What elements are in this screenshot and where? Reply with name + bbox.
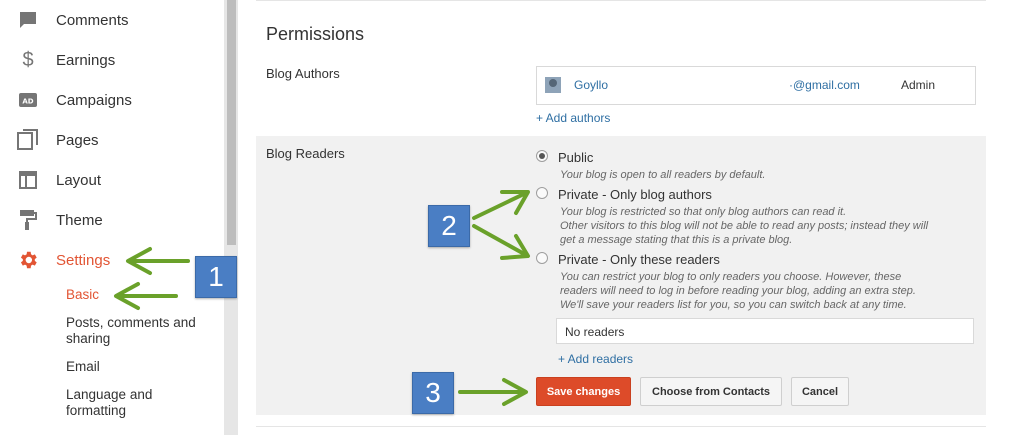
sidebar-item-label: Campaigns [56, 91, 132, 109]
radio-public[interactable] [536, 150, 548, 162]
sidebar-item-label: Earnings [56, 51, 116, 69]
dollar-icon: $ [22, 48, 34, 71]
divider [256, 0, 986, 1]
svg-text:AD: AD [22, 98, 33, 106]
divider [256, 426, 986, 427]
sidebar-item-label: Settings [56, 251, 111, 269]
sidebar-item-label: Layout [56, 171, 102, 189]
sidebar: Comments $ Earnings AD Campaigns Pages L… [0, 0, 224, 435]
paint-roller-icon [17, 209, 39, 231]
sidebar-subitem-partial [66, 427, 216, 435]
authors-list: Goyllo ·@gmail.com Admin [536, 66, 976, 105]
author-role[interactable]: Admin [901, 78, 935, 92]
save-changes-button[interactable]: Save changes [536, 377, 631, 406]
option-public-desc: Your blog is open to all readers by defa… [560, 169, 766, 181]
option-private-readers-title: Private - Only these readers [558, 252, 720, 267]
blog-readers-label: Blog Readers [266, 146, 345, 161]
comment-icon [17, 9, 39, 31]
author-name-link[interactable]: Goyllo [574, 78, 608, 92]
sidebar-subitem-email[interactable]: Email [66, 359, 216, 375]
option-private-authors-desc-2: Other visitors to this blog will not be … [560, 220, 929, 232]
blog-authors-label: Blog Authors [266, 66, 340, 81]
gear-icon [17, 249, 39, 271]
page-title: Permissions [266, 24, 365, 44]
ad-icon: AD [17, 89, 39, 111]
sidebar-subitem-posts[interactable]: Posts, comments and sharing [66, 315, 216, 347]
option-private-authors-desc-3: get a message stating that this is a pri… [560, 234, 793, 246]
layout-icon [17, 169, 39, 191]
option-private-authors-desc-1: Your blog is restricted so that only blo… [560, 206, 847, 218]
annotation-badge-1: 1 [195, 256, 237, 298]
option-public-title: Public [558, 150, 594, 165]
choose-from-contacts-button[interactable]: Choose from Contacts [640, 377, 782, 406]
option-private-readers-desc-3: We'll save your readers list for you, so… [560, 299, 907, 311]
author-email: ·@gmail.com [789, 78, 860, 92]
pages-icon [17, 129, 39, 151]
radio-private-authors[interactable] [536, 187, 548, 199]
sidebar-item-label: Pages [56, 131, 99, 149]
radio-private-readers[interactable] [536, 252, 548, 264]
sidebar-subitem-basic[interactable]: Basic [66, 287, 216, 303]
option-private-readers-desc-1: You can restrict your blog to only reade… [560, 271, 902, 283]
sidebar-scroll-thumb[interactable] [227, 0, 236, 245]
readers-list-field[interactable]: No readers [556, 318, 974, 344]
sidebar-item-label: Theme [56, 211, 103, 229]
sidebar-subitem-language[interactable]: Language and formatting [66, 387, 216, 419]
sidebar-item-label: Comments [56, 11, 129, 29]
annotation-badge-2: 2 [428, 205, 470, 247]
annotation-badge-3: 3 [412, 372, 454, 414]
add-readers-link[interactable]: + Add readers [558, 352, 633, 366]
option-private-readers-desc-2: readers will need to log in before readi… [560, 285, 916, 297]
cancel-button[interactable]: Cancel [791, 377, 849, 406]
avatar [545, 77, 561, 93]
option-private-authors-title: Private - Only blog authors [558, 187, 712, 202]
add-authors-link[interactable]: + Add authors [536, 111, 610, 125]
